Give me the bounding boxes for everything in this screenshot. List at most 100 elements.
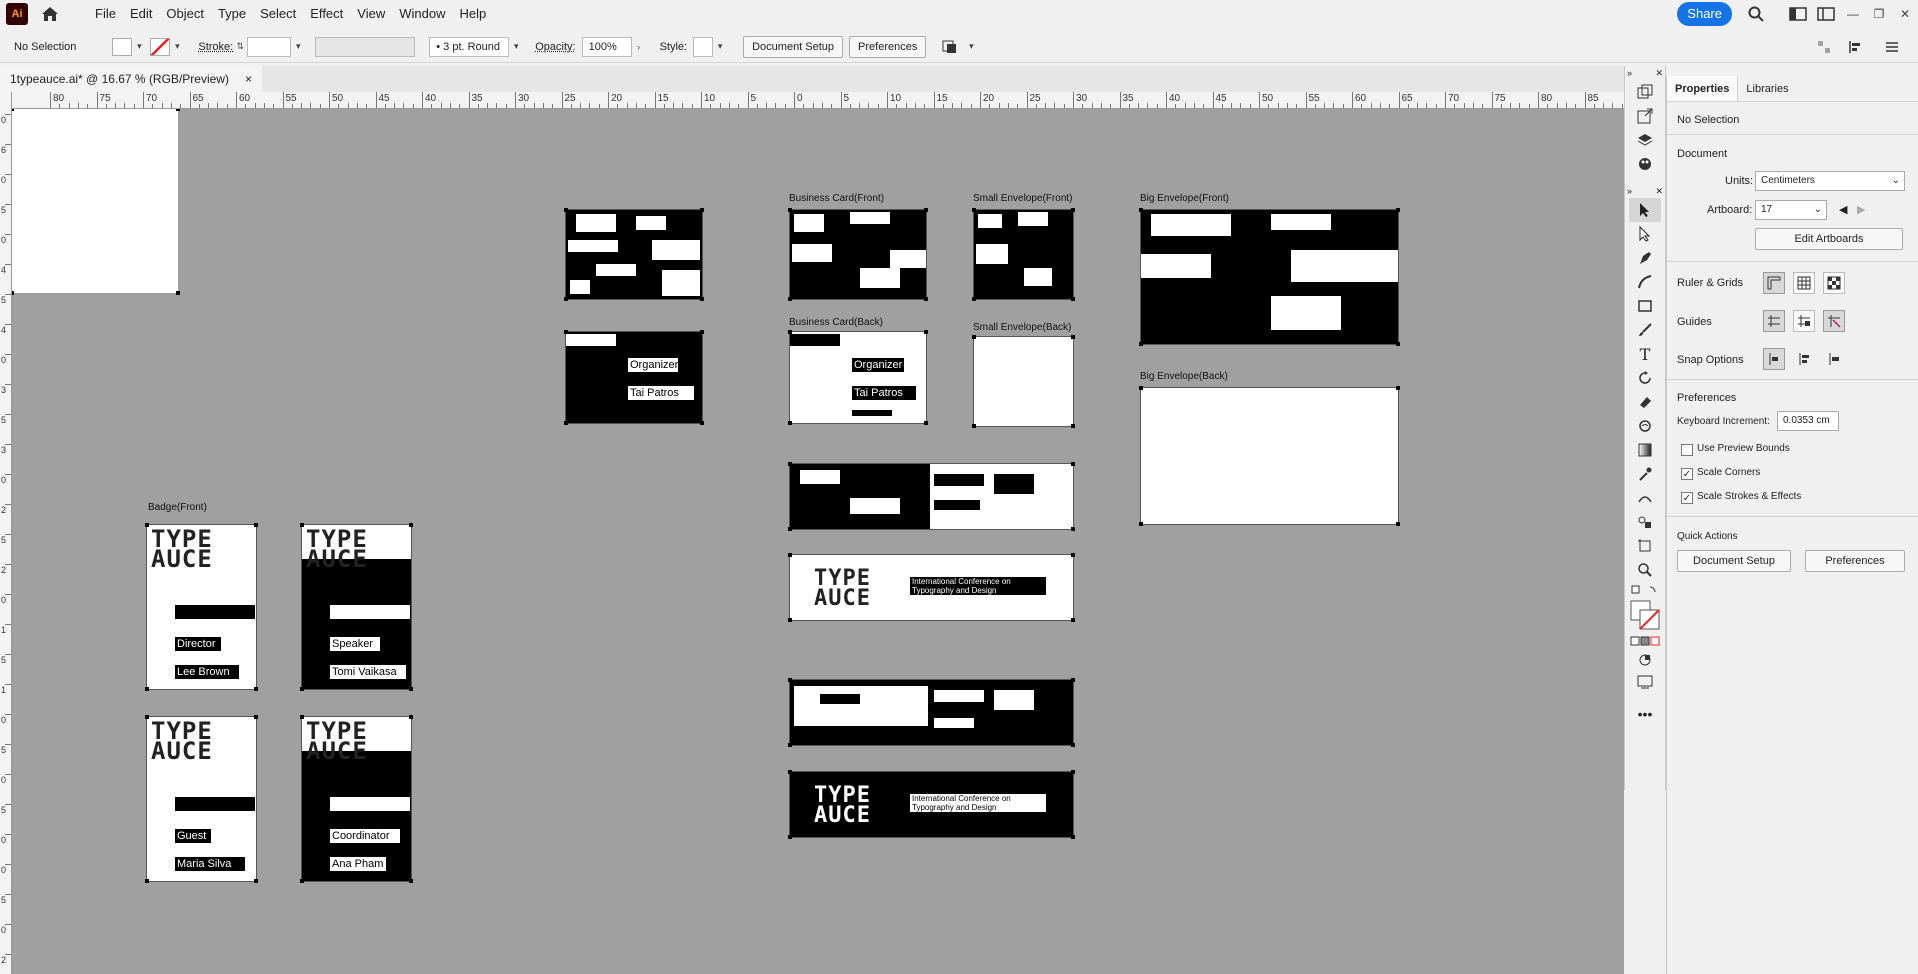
artboard-corner-handle[interactable] bbox=[409, 715, 413, 719]
artboard-card-front[interactable] bbox=[565, 209, 703, 300]
artboard-corner-handle[interactable] bbox=[1071, 335, 1075, 339]
document-setup-button[interactable]: Document Setup bbox=[743, 36, 843, 58]
panel-menu-icon[interactable] bbox=[1878, 35, 1906, 59]
transparency-grid-icon[interactable] bbox=[1823, 272, 1845, 294]
artboard-banner-1[interactable] bbox=[789, 463, 1074, 530]
arrange-documents-icon[interactable] bbox=[1812, 2, 1840, 26]
artboard-corner-handle[interactable] bbox=[788, 462, 792, 466]
artboard-corner-handle[interactable] bbox=[1396, 386, 1400, 390]
artboard-corner-handle[interactable] bbox=[972, 335, 976, 339]
stroke-label[interactable]: Stroke: bbox=[198, 41, 233, 53]
artboards-panel-icon[interactable] bbox=[1629, 80, 1661, 104]
artboard-corner-handle[interactable] bbox=[924, 297, 928, 301]
align-objects-icon[interactable] bbox=[1810, 35, 1838, 59]
artboard-corner-handle[interactable] bbox=[924, 421, 928, 425]
more-tools-icon[interactable]: ••• bbox=[1629, 702, 1661, 726]
swap-fill-stroke-icon[interactable] bbox=[1629, 582, 1661, 598]
artboard-corner-handle[interactable] bbox=[176, 109, 180, 111]
artboard-corner-handle[interactable] bbox=[788, 770, 792, 774]
artboard-corner-handle[interactable] bbox=[145, 715, 149, 719]
artboard-badge-2[interactable]: TYPE AUCE Speaker Tomi Vaikasa bbox=[301, 524, 412, 690]
artboard-corner-handle[interactable] bbox=[1071, 208, 1075, 212]
menu-type[interactable]: Type bbox=[211, 0, 253, 28]
color-palette-icon[interactable] bbox=[1629, 152, 1661, 176]
artboard-business-card-front[interactable] bbox=[789, 209, 927, 300]
minimize-icon[interactable]: — bbox=[1840, 2, 1866, 26]
artboard-corner-handle[interactable] bbox=[972, 297, 976, 301]
artboard-corner-handle[interactable] bbox=[12, 291, 14, 295]
artboard-corner-handle[interactable] bbox=[924, 208, 928, 212]
artboard-corner-handle[interactable] bbox=[300, 687, 304, 691]
artboard-corner-handle[interactable] bbox=[409, 523, 413, 527]
screen-mode-icon[interactable] bbox=[1629, 670, 1661, 694]
smart-guides-icon[interactable] bbox=[1823, 310, 1845, 332]
artboard-corner-handle[interactable] bbox=[254, 523, 258, 527]
warp-tool-icon[interactable] bbox=[1629, 414, 1661, 438]
align-menu-icon[interactable] bbox=[1842, 35, 1870, 59]
artboard-corner-handle[interactable] bbox=[788, 835, 792, 839]
menu-object[interactable]: Object bbox=[159, 0, 211, 28]
snap-to-glyph-icon[interactable] bbox=[1823, 348, 1845, 370]
artboard-corner-handle[interactable] bbox=[300, 715, 304, 719]
type-tool-icon[interactable]: T bbox=[1629, 342, 1661, 366]
artboard-corner-handle[interactable] bbox=[788, 330, 792, 334]
artboard-corner-handle[interactable] bbox=[1071, 618, 1075, 622]
artboard-corner-handle[interactable] bbox=[12, 109, 14, 111]
menu-help[interactable]: Help bbox=[452, 0, 493, 28]
artboard-small-envelope-front[interactable] bbox=[973, 209, 1074, 300]
artboard-corner-handle[interactable] bbox=[788, 297, 792, 301]
rotate-tool-icon[interactable] bbox=[1629, 366, 1661, 390]
rulers-icon[interactable] bbox=[1763, 272, 1785, 294]
artboard-corner-handle[interactable] bbox=[788, 421, 792, 425]
artboard-corner-handle[interactable] bbox=[924, 330, 928, 334]
artboard-corner-handle[interactable] bbox=[1396, 342, 1400, 346]
fill-dropdown-icon[interactable]: ▾ bbox=[132, 41, 146, 52]
prev-artboard-icon[interactable]: ◀ bbox=[1839, 203, 1847, 216]
artboard-corner-handle[interactable] bbox=[700, 297, 704, 301]
artboard-corner-handle[interactable] bbox=[176, 291, 180, 295]
units-select[interactable]: Centimeters ⌄ bbox=[1755, 171, 1905, 191]
document-tab[interactable]: 1typeauce.ai* @ 16.67 % (RGB/Preview) × bbox=[0, 66, 262, 92]
artboard-corner-handle[interactable] bbox=[972, 424, 976, 428]
artboard-corner-handle[interactable] bbox=[564, 330, 568, 334]
artboard-corner-handle[interactable] bbox=[788, 553, 792, 557]
stroke-weight-field[interactable] bbox=[247, 37, 291, 57]
opacity-label[interactable]: Opacity: bbox=[535, 41, 575, 53]
layers-icon[interactable] bbox=[1629, 128, 1661, 152]
grid-icon[interactable] bbox=[1793, 272, 1815, 294]
scale-strokes-checkbox[interactable]: ✓ bbox=[1681, 492, 1693, 504]
quick-preferences-button[interactable]: Preferences bbox=[1805, 550, 1905, 572]
artboard-partial[interactable] bbox=[12, 109, 178, 293]
artboard-badge-3[interactable]: TYPE AUCE Guest Maria Silva bbox=[146, 716, 257, 882]
artboard-card-back-dark[interactable]: Organizer Tai Patros bbox=[565, 331, 703, 424]
direct-selection-tool-icon[interactable] bbox=[1629, 222, 1661, 246]
rectangle-tool-icon[interactable] bbox=[1629, 294, 1661, 318]
use-preview-bounds-checkbox[interactable] bbox=[1681, 444, 1693, 456]
artboard-tool-icon[interactable] bbox=[1629, 534, 1661, 558]
menu-effect[interactable]: Effect bbox=[303, 0, 350, 28]
paintbrush-tool-icon[interactable] bbox=[1629, 318, 1661, 342]
color-mode-icon[interactable] bbox=[1629, 632, 1661, 650]
gradient-tool-icon[interactable] bbox=[1629, 438, 1661, 462]
artboard-banner-3[interactable] bbox=[789, 679, 1074, 746]
fill-stroke-swatches[interactable] bbox=[1629, 598, 1661, 632]
zoom-tool-icon[interactable] bbox=[1629, 558, 1661, 582]
snap-to-pixel-icon[interactable] bbox=[1793, 348, 1815, 370]
horizontal-ruler[interactable]: 80 75 70 65 60 55 50 45 40 35 30 25 20 15 10 5 0 5 10 15 20 2… bbox=[12, 92, 1624, 109]
pen-tool-icon[interactable] bbox=[1629, 246, 1661, 270]
artboard-corner-handle[interactable] bbox=[145, 523, 149, 527]
style-dropdown-icon[interactable]: ▾ bbox=[713, 41, 727, 52]
brush-dropdown-icon[interactable]: ▾ bbox=[509, 41, 523, 52]
artboard-corner-handle[interactable] bbox=[788, 678, 792, 682]
artboard-corner-handle[interactable] bbox=[1139, 386, 1143, 390]
artboard-corner-handle[interactable] bbox=[1071, 527, 1075, 531]
artboard-corner-handle[interactable] bbox=[564, 208, 568, 212]
show-guides-icon[interactable] bbox=[1763, 310, 1785, 332]
edit-artboards-button[interactable]: Edit Artboards bbox=[1755, 228, 1903, 250]
artboard-corner-handle[interactable] bbox=[1071, 678, 1075, 682]
artboard-corner-handle[interactable] bbox=[1139, 342, 1143, 346]
snap-to-point-icon[interactable] bbox=[1763, 348, 1785, 370]
artboard-corner-handle[interactable] bbox=[300, 879, 304, 883]
stroke-dropdown-icon[interactable]: ▾ bbox=[170, 41, 184, 52]
artboard-corner-handle[interactable] bbox=[409, 879, 413, 883]
